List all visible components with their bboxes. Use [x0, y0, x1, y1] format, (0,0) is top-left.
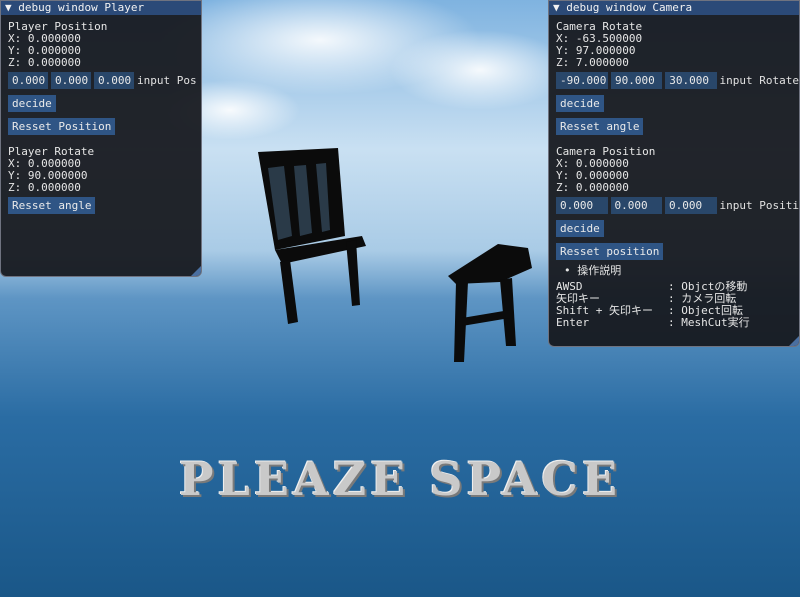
collapse-triangle-icon[interactable]: ▼	[5, 1, 12, 14]
camera-pos-input-z[interactable]: 0.000	[665, 197, 717, 214]
camera-rot-z: Z: 7.000000	[556, 56, 629, 69]
player-pos-input-y[interactable]: 0.000	[51, 72, 91, 89]
camera-rot-decide-button[interactable]: decide	[556, 95, 604, 112]
help-key: Enter	[556, 316, 590, 329]
player-decide-button[interactable]: decide	[8, 95, 56, 112]
camera-pos-input-x[interactable]: 0.000	[556, 197, 608, 214]
camera-rot-input-label: input Rotate	[719, 73, 799, 87]
resize-grip-icon[interactable]	[191, 266, 201, 276]
camera-rot-input-x[interactable]: -90.000	[556, 72, 608, 89]
press-space-prompt: PLEAZE SPACE	[178, 452, 622, 506]
collapse-triangle-icon[interactable]: ▼	[553, 1, 560, 14]
help-desc: : MeshCut実行	[668, 316, 750, 329]
camera-window-title: debug window Camera	[566, 1, 693, 14]
player-rot-z: Z: 0.000000	[8, 181, 81, 194]
help-row: Enter : MeshCut実行	[556, 317, 799, 329]
bullet-icon: •	[564, 264, 571, 277]
player-window-title-bar[interactable]: ▼ debug window Player	[1, 1, 201, 15]
player-pos-input-label: input Pos	[137, 73, 197, 87]
camera-reset-angle-button[interactable]: Resset angle	[556, 118, 644, 135]
player-pos-z: Z: 0.000000	[8, 56, 81, 69]
camera-reset-position-button[interactable]: Resset position	[556, 243, 664, 260]
camera-window-title-bar[interactable]: ▼ debug window Camera	[549, 1, 799, 15]
camera-pos-z: Z: 0.000000	[556, 181, 629, 194]
player-debug-window[interactable]: ▼ debug window Player Player Position X:…	[0, 0, 202, 277]
resize-grip-icon[interactable]	[789, 336, 799, 346]
player-reset-angle-button[interactable]: Resset angle	[8, 197, 96, 214]
help-header: 操作説明	[577, 264, 622, 277]
camera-debug-window[interactable]: ▼ debug window Camera Camera Rotate X: -…	[548, 0, 800, 347]
player-reset-position-button[interactable]: Resset Position	[8, 118, 116, 135]
player-window-title: debug window Player	[18, 1, 145, 14]
player-pos-input-x[interactable]: 0.000	[8, 72, 48, 89]
player-pos-input-z[interactable]: 0.000	[94, 72, 134, 89]
camera-pos-input-y[interactable]: 0.000	[610, 197, 662, 214]
camera-pos-decide-button[interactable]: decide	[556, 220, 604, 237]
cloud-2	[390, 30, 570, 110]
camera-rot-input-z[interactable]: 30.000	[665, 72, 717, 89]
camera-rot-input-y[interactable]: 90.000	[611, 72, 663, 89]
camera-pos-input-label: input Positi	[719, 198, 799, 212]
